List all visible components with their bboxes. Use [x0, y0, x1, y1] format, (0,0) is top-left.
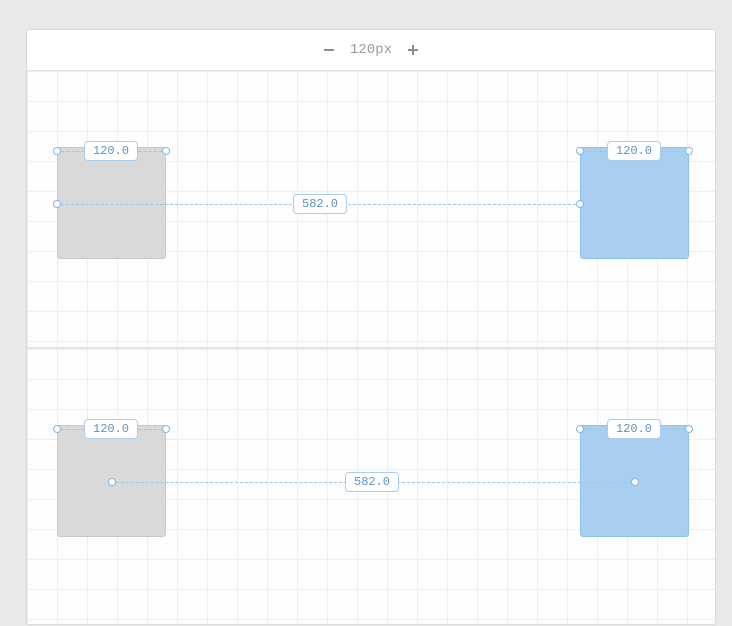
- measure-line: [397, 482, 631, 483]
- measure-anchor[interactable]: [576, 425, 584, 433]
- zoom-level-label: 120px: [350, 42, 392, 58]
- measure-anchor[interactable]: [108, 478, 116, 486]
- canvas-pane-0[interactable]: 120.0 120.0 582.0: [27, 71, 715, 347]
- measure-label-right-width[interactable]: 120.0: [607, 141, 661, 161]
- measure-anchor[interactable]: [162, 425, 170, 433]
- measure-anchor[interactable]: [685, 425, 693, 433]
- measure-label-distance[interactable]: 582.0: [293, 194, 347, 214]
- measure-line: [61, 204, 297, 205]
- measure-anchor[interactable]: [162, 147, 170, 155]
- canvas-stack: 120.0 120.0 582.0 120.0: [27, 71, 715, 624]
- zoom-in-button[interactable]: [406, 43, 420, 57]
- toolbar: 120px: [27, 30, 715, 71]
- measure-line: [116, 482, 347, 483]
- measure-anchor[interactable]: [576, 200, 584, 208]
- shape-left[interactable]: [57, 147, 166, 259]
- measure-line: [343, 204, 576, 205]
- zoom-out-button[interactable]: [322, 43, 336, 57]
- measure-label-right-width[interactable]: 120.0: [607, 419, 661, 439]
- measure-label-left-width[interactable]: 120.0: [84, 419, 138, 439]
- measure-label-distance[interactable]: 582.0: [345, 472, 399, 492]
- measure-anchor[interactable]: [685, 147, 693, 155]
- canvas-pane-1[interactable]: 120.0 120.0 582.0: [27, 347, 715, 625]
- measure-anchor[interactable]: [53, 147, 61, 155]
- measure-anchor[interactable]: [53, 425, 61, 433]
- editor-frame: 120px 120.0 120.0: [26, 29, 716, 625]
- measure-anchor[interactable]: [631, 478, 639, 486]
- measure-anchor[interactable]: [53, 200, 61, 208]
- measure-anchor[interactable]: [576, 147, 584, 155]
- measure-label-left-width[interactable]: 120.0: [84, 141, 138, 161]
- shape-right[interactable]: [580, 147, 689, 259]
